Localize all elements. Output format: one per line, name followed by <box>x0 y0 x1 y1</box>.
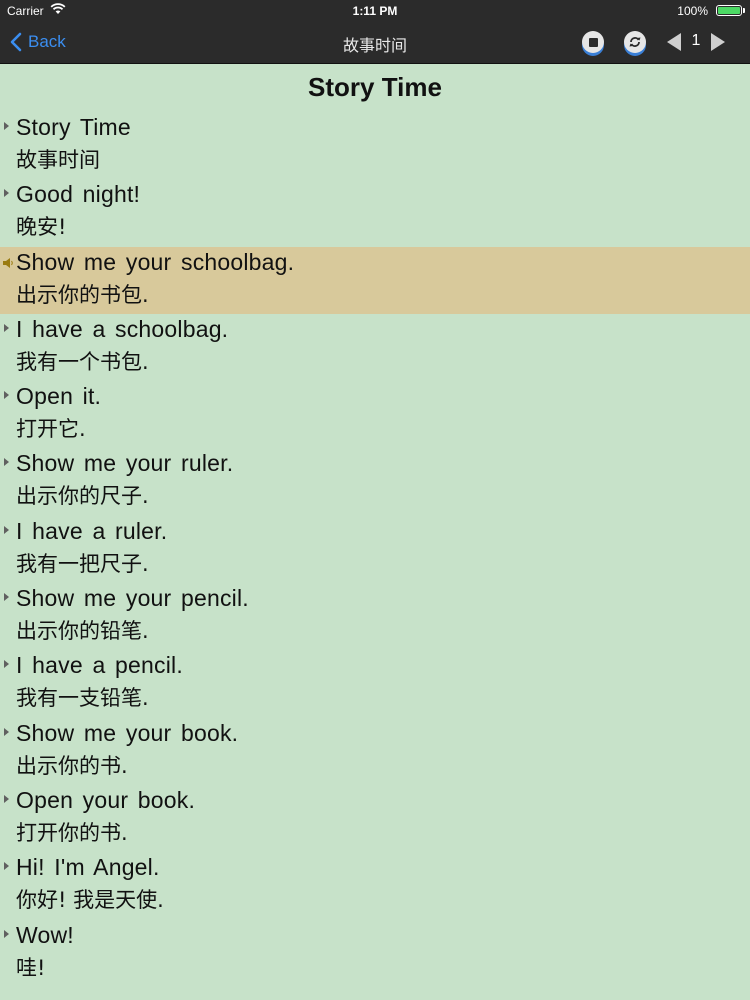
triangle-right-icon <box>4 458 9 467</box>
sentence-english: I have a ruler. <box>16 517 168 544</box>
sentence-english: Show me your ruler. <box>16 450 234 477</box>
page-number: 1 <box>691 32 701 49</box>
sentence-item[interactable]: Good night! 晚安! <box>0 179 750 246</box>
sentence-item[interactable]: I have a pencil. 我有一支铅笔. <box>0 650 750 717</box>
triangle-right-icon <box>4 391 9 400</box>
triangle-right-icon <box>4 189 9 198</box>
sentence-chinese: 出示你的尺子. <box>16 484 149 509</box>
battery-percent: 100% <box>677 4 708 18</box>
sentence-chinese: 故事时间 <box>16 148 100 172</box>
sentence-list: Story Time 故事时间 Good night! 晚安! Show me your… <box>0 112 750 987</box>
status-bar: Carrier 1:11 PM 100% <box>0 0 750 22</box>
sentence-chinese: 打开你的书. <box>16 820 128 845</box>
clock: 1:11 PM <box>352 4 398 18</box>
speaker-icon <box>2 254 14 273</box>
navigation-bar: Back 故事时间 1 <box>0 22 750 64</box>
sentence-english: Open your book. <box>16 786 196 813</box>
sentence-chinese: 出示你的铅笔. <box>16 619 149 644</box>
sentence-chinese: 晚安! <box>16 215 67 240</box>
sentence-english: I have a pencil. <box>16 652 183 679</box>
triangle-right-icon <box>4 929 9 938</box>
sentence-english: Wow! <box>16 921 74 948</box>
sentence-item[interactable]: Hi! I'm Angel. 你好! 我是天使. <box>0 852 750 919</box>
sentence-chinese: 出示你的书包. <box>16 282 149 307</box>
repeat-icon <box>629 37 641 47</box>
triangle-right-icon <box>4 727 9 736</box>
sentence-item[interactable]: I have a ruler. 我有一把尺子. <box>0 516 750 583</box>
sentence-item[interactable]: Show me your schoolbag. 出示你的书包. <box>0 246 750 314</box>
sentence-english: Show me your schoolbag. <box>16 248 295 275</box>
sentence-english: Show me your pencil. <box>16 585 249 612</box>
sentence-english: Show me your book. <box>16 719 239 746</box>
stop-icon <box>588 37 598 47</box>
sentence-english: Good night! <box>16 181 141 208</box>
sentence-english: Hi! I'm Angel. <box>16 854 160 881</box>
sentence-english: Story Time <box>16 114 131 140</box>
sentence-item[interactable]: Wow! 哇! <box>0 920 750 987</box>
sentence-item[interactable]: Show me your ruler. 出示你的尺子. <box>0 448 750 515</box>
sentence-chinese: 我有一把尺子. <box>16 551 149 576</box>
sentence-chinese: 打开它. <box>16 417 86 442</box>
next-page-button[interactable] <box>709 32 727 56</box>
sentence-item[interactable]: Show me your book. 出示你的书. <box>0 718 750 785</box>
sentence-item[interactable]: Show me your pencil. 出示你的铅笔. <box>0 583 750 650</box>
sentence-chinese: 我有一个书包. <box>16 349 149 374</box>
sentence-chinese: 出示你的书. <box>16 753 128 778</box>
sentence-english: I have a schoolbag. <box>16 315 229 342</box>
sentence-english: Open it. <box>16 383 102 410</box>
triangle-right-icon <box>4 593 9 602</box>
sentence-chinese: 你好! 我是天使. <box>16 888 164 913</box>
battery-cap <box>743 8 745 13</box>
sentence-item[interactable]: Open your book. 打开你的书. <box>0 785 750 852</box>
triangle-right-icon <box>4 122 9 130</box>
sentence-item[interactable]: Story Time 故事时间 <box>0 112 750 179</box>
battery-icon <box>716 5 742 16</box>
sentence-item[interactable]: I have a schoolbag. 我有一个书包. <box>0 314 750 381</box>
stop-button[interactable] <box>582 31 604 53</box>
page-title: Story Time <box>308 72 442 102</box>
story-content: Story Time Story Time 故事时间 Good night! 晚安! S… <box>0 64 750 1000</box>
triangle-right-icon <box>4 862 9 871</box>
sentence-chinese: 哇! <box>16 955 46 980</box>
sentence-item[interactable]: Open it. 打开它. <box>0 381 750 448</box>
previous-page-button[interactable] <box>665 32 683 56</box>
sentence-chinese: 我有一支铅笔. <box>16 686 149 711</box>
triangle-right-icon <box>4 525 9 534</box>
triangle-right-icon <box>4 323 9 332</box>
triangle-right-icon <box>711 33 725 51</box>
repeat-button[interactable] <box>624 31 646 53</box>
triangle-right-icon <box>4 660 9 669</box>
triangle-right-icon <box>4 794 9 803</box>
triangle-left-icon <box>667 33 681 51</box>
